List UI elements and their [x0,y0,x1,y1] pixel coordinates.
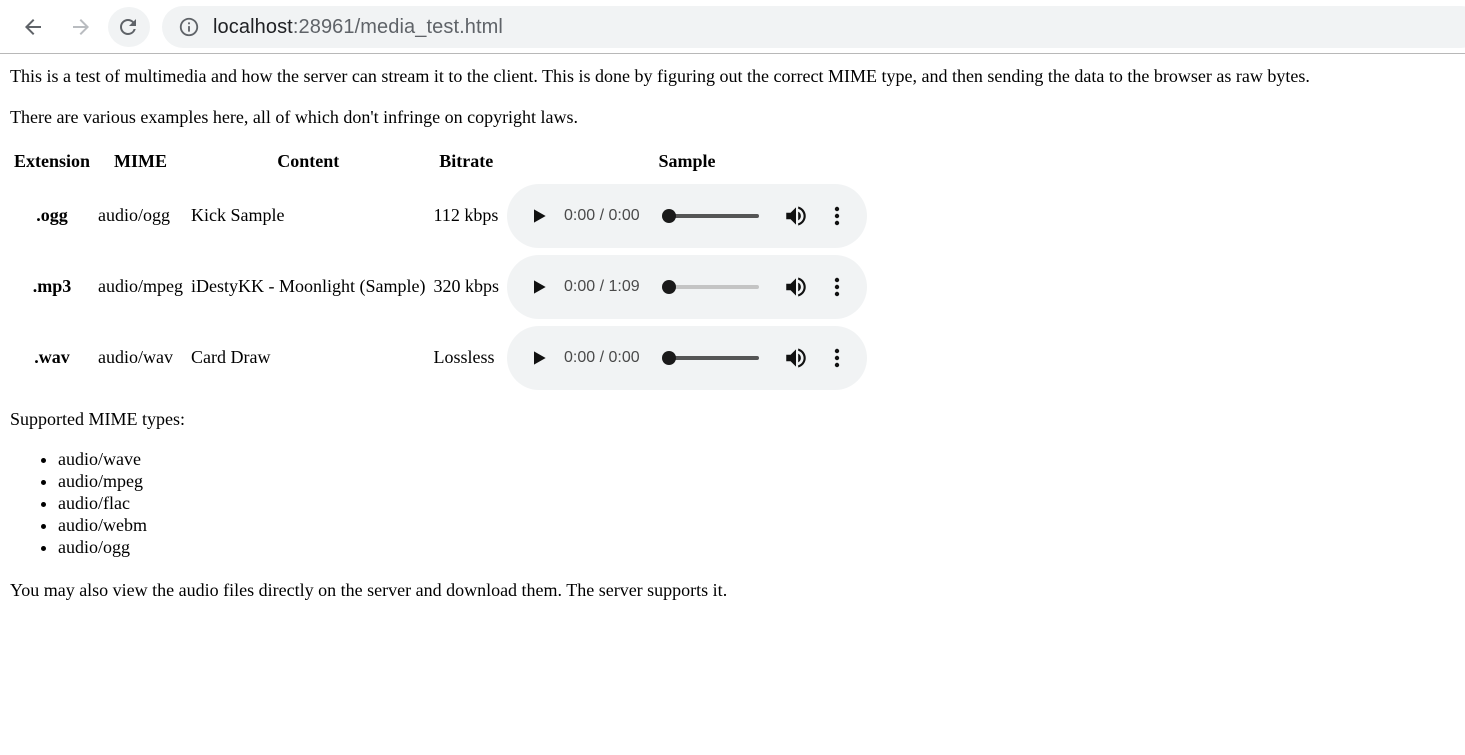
volume-icon[interactable] [783,345,809,371]
cell-sample: 0:00 / 0:00 [503,180,871,251]
seek-thumb[interactable] [662,279,677,294]
player-time: 0:00 / 0:00 [564,206,640,224]
cell-content: Card Draw [191,347,271,367]
table-row: .ogg audio/ogg Kick Sample 112 kbps 0:00… [10,180,871,251]
forward-button[interactable] [61,8,101,46]
volume-icon[interactable] [783,274,809,300]
cell-content: Kick Sample [191,205,285,225]
player-time: 0:00 / 1:09 [564,277,640,295]
table-header-row: Extension MIME Content Bitrate Sample [10,142,871,180]
footer-paragraph: You may also view the audio files direct… [10,580,728,600]
address-bar[interactable]: localhost:28961/media_test.html [162,6,1465,48]
cell-extension: .ogg [36,205,68,225]
cell-bitrate: 320 kbps [433,276,500,296]
cell-extension: .wav [34,347,70,367]
header-sample: Sample [658,150,716,171]
cell-mime: audio/ogg [98,205,171,225]
list-item: audio/mpeg [58,470,147,492]
cell-bitrate: Lossless [433,347,495,367]
cell-mime: audio/mpeg [98,276,184,296]
header-mime: MIME [114,150,168,171]
list-item: audio/flac [58,492,147,514]
arrow-right-icon [73,19,89,35]
play-icon[interactable] [529,206,549,226]
info-icon[interactable] [178,16,200,38]
arrow-left-icon [25,19,41,35]
reload-icon [120,19,136,35]
play-icon[interactable] [529,348,549,368]
seek-slider[interactable] [669,284,760,289]
volume-icon[interactable] [783,203,809,229]
cell-bitrate: 112 kbps [433,205,499,225]
list-item: audio/wave [58,448,147,470]
url-text[interactable]: localhost:28961/media_test.html [213,16,503,39]
header-content: Content [277,150,340,171]
cell-sample: 0:00 / 1:09 [503,251,871,322]
back-button[interactable] [13,8,53,46]
table-row: .wav audio/wav Card Draw Lossless 0:00 /… [10,322,871,393]
more-vert-icon[interactable] [825,275,849,299]
play-icon[interactable] [529,277,549,297]
supported-label: Supported MIME types: [10,409,185,429]
cell-mime: audio/wav [98,347,174,367]
url-path: :28961/media_test.html [292,15,503,38]
examples-paragraph: There are various examples here, all of … [10,107,579,127]
list-item: audio/ogg [58,536,147,558]
browser-toolbar: localhost:28961/media_test.html [0,0,1465,54]
audio-player: 0:00 / 1:09 [507,254,868,319]
seek-slider[interactable] [669,213,760,218]
cell-sample: 0:00 / 0:00 [503,322,871,393]
table-row: .mp3 audio/mpeg iDestyKK - Moonlight (Sa… [10,251,871,322]
cell-extension: .mp3 [32,276,72,296]
supported-mime-list: audio/wave audio/mpeg audio/flac audio/w… [10,448,147,558]
reload-button[interactable] [108,8,148,46]
intro-paragraph: This is a test of multimedia and how the… [10,66,1310,86]
more-vert-icon[interactable] [825,346,849,370]
list-item: audio/webm [58,514,147,536]
seek-slider[interactable] [669,355,760,360]
header-bitrate: Bitrate [439,150,494,171]
player-time: 0:00 / 0:00 [564,348,640,366]
more-vert-icon[interactable] [825,204,849,228]
media-table: Extension MIME Content Bitrate Sample .o… [10,142,871,393]
seek-thumb[interactable] [662,208,677,223]
seek-thumb[interactable] [662,350,677,365]
url-host: localhost [213,15,293,38]
cell-content: iDestyKK - Moonlight (Sample) [191,276,426,296]
audio-player: 0:00 / 0:00 [507,325,868,390]
header-extension: Extension [14,150,91,171]
audio-player: 0:00 / 0:00 [507,183,868,248]
